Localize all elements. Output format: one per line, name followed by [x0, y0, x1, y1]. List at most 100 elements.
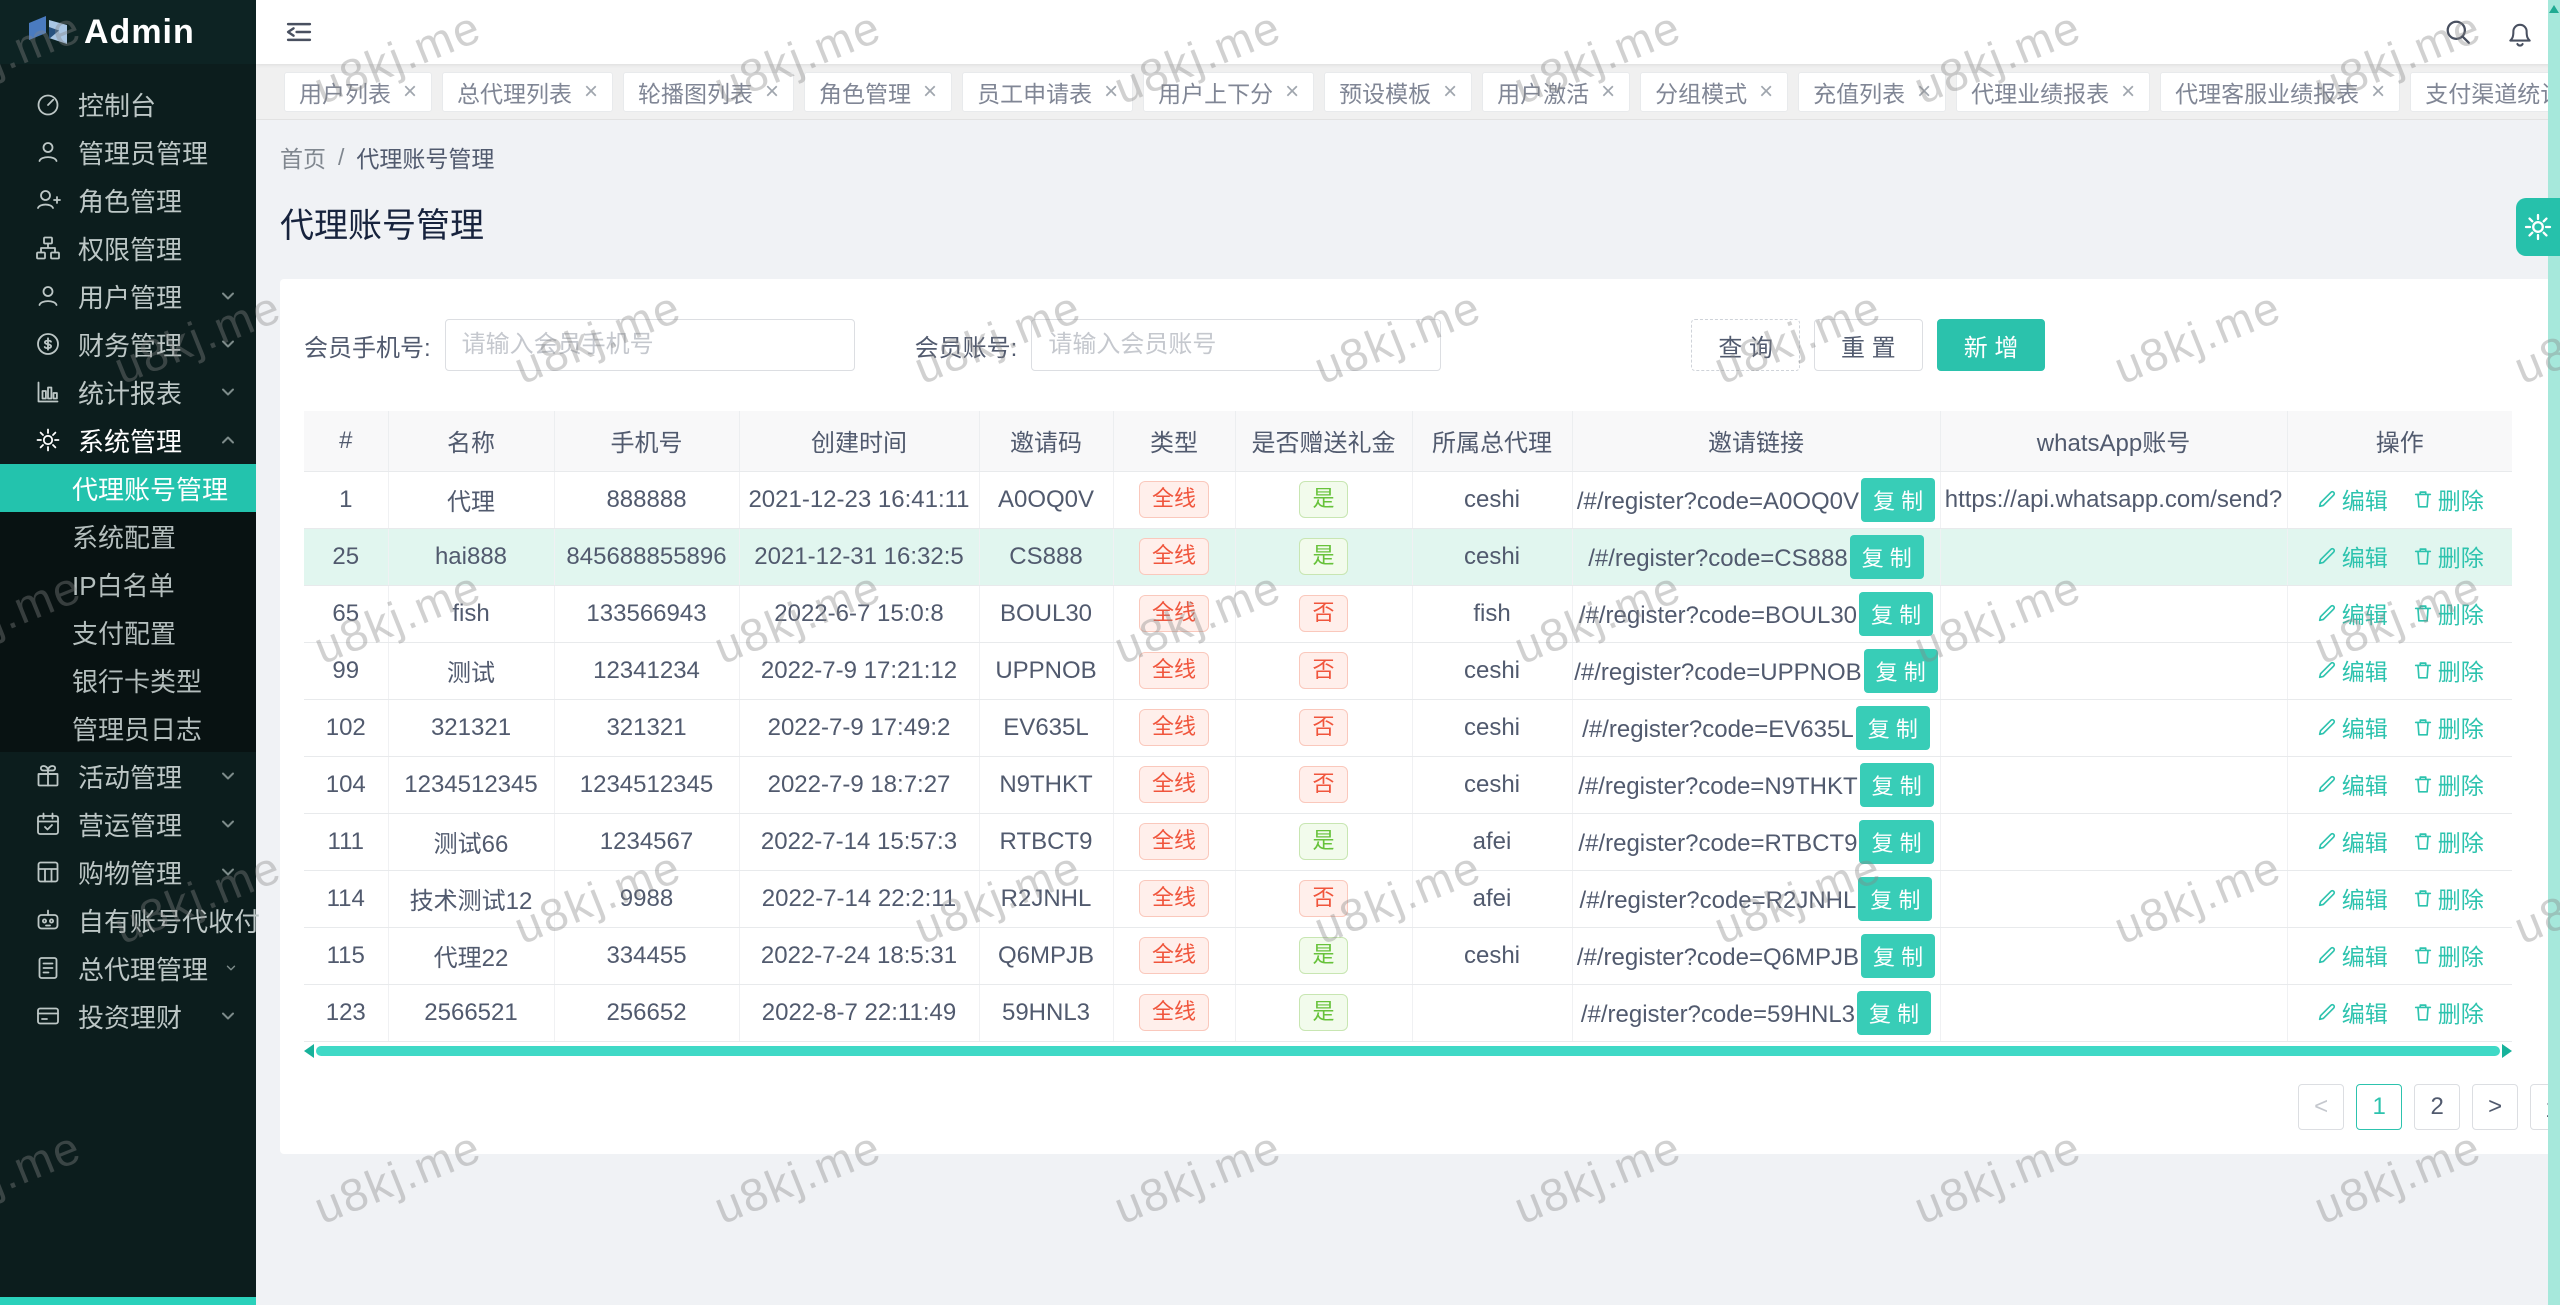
delete-button[interactable]: 删除: [2412, 938, 2484, 972]
tab-close-icon[interactable]: ×: [1759, 78, 1773, 106]
copy-button[interactable]: 复 制: [1861, 934, 1935, 978]
sidebar-item-dashboard[interactable]: 控制台: [0, 80, 256, 128]
copy-button[interactable]: 复 制: [1860, 763, 1934, 807]
tab-总代理列表[interactable]: 总代理列表×: [442, 72, 613, 112]
copy-button[interactable]: 复 制: [1864, 649, 1938, 693]
sidebar-item-stats[interactable]: 统计报表: [0, 368, 256, 416]
tab-角色管理[interactable]: 角色管理×: [804, 72, 952, 112]
sidebar-subitem[interactable]: IP白名单: [0, 560, 256, 608]
phone-filter-input[interactable]: [445, 319, 855, 371]
sidebar-subitem[interactable]: 管理员日志: [0, 704, 256, 752]
pagination-page-1[interactable]: 1: [2356, 1084, 2402, 1130]
edit-button[interactable]: 编辑: [2316, 710, 2388, 744]
breadcrumb-home[interactable]: 首页: [280, 140, 326, 174]
reset-button[interactable]: 重 置: [1814, 319, 1923, 371]
copy-button[interactable]: 复 制: [1859, 592, 1933, 636]
delete-button[interactable]: 删除: [2412, 539, 2484, 573]
sidebar-item-activity[interactable]: 活动管理: [0, 752, 256, 800]
edit-button[interactable]: 编辑: [2316, 653, 2388, 687]
sidebar-bottom-bar[interactable]: [0, 1297, 256, 1305]
sidebar-item-invest[interactable]: 投资理财: [0, 992, 256, 1040]
tabs-list: 用户列表×总代理列表×轮播图列表×角色管理×员工申请表×用户上下分×预设模板×用…: [284, 72, 2560, 112]
copy-button[interactable]: 复 制: [1856, 706, 1930, 750]
sidebar-subitem[interactable]: 系统配置: [0, 512, 256, 560]
sidebar-item-system[interactable]: 系统管理: [0, 416, 256, 464]
copy-button[interactable]: 复 制: [1858, 877, 1932, 921]
pagination-next-button[interactable]: >: [2472, 1084, 2518, 1130]
delete-button[interactable]: 删除: [2412, 824, 2484, 858]
tab-轮播图列表[interactable]: 轮播图列表×: [623, 72, 794, 112]
sidebar-item-agents[interactable]: 总代理管理: [0, 944, 256, 992]
edit-button[interactable]: 编辑: [2316, 995, 2388, 1029]
notifications-bell-icon[interactable]: [2504, 16, 2536, 48]
tab-close-icon[interactable]: ×: [1104, 78, 1118, 106]
delete-button[interactable]: 删除: [2412, 881, 2484, 915]
pagination-prev-button[interactable]: <: [2298, 1084, 2344, 1130]
tab-预设模板[interactable]: 预设模板×: [1324, 72, 1472, 112]
tab-用户激活[interactable]: 用户激活×: [1482, 72, 1630, 112]
copy-button[interactable]: 复 制: [1857, 991, 1931, 1035]
tab-用户列表[interactable]: 用户列表×: [284, 72, 432, 112]
delete-label: 删除: [2438, 938, 2484, 972]
search-button[interactable]: 查 询: [1691, 319, 1800, 371]
horizontal-scrollbar-thumb[interactable]: [316, 1046, 2500, 1056]
tab-close-icon[interactable]: ×: [1601, 78, 1615, 106]
edit-button[interactable]: 编辑: [2316, 824, 2388, 858]
tab-close-icon[interactable]: ×: [765, 78, 779, 106]
pagination-page-2[interactable]: 2: [2414, 1084, 2460, 1130]
tab-close-icon[interactable]: ×: [2121, 78, 2135, 106]
horizontal-scrollbar[interactable]: [304, 1044, 2512, 1058]
search-icon[interactable]: [2442, 16, 2474, 48]
sidebar-subitem[interactable]: 银行卡类型: [0, 656, 256, 704]
tab-close-icon[interactable]: ×: [1443, 78, 1457, 106]
edit-button[interactable]: 编辑: [2316, 938, 2388, 972]
tab-close-icon[interactable]: ×: [1285, 78, 1299, 106]
delete-button[interactable]: 删除: [2412, 482, 2484, 516]
cell-invite-link: /#/register?code=N9THKT复 制: [1572, 756, 1940, 813]
edit-button[interactable]: 编辑: [2316, 539, 2388, 573]
sidebar-item-user[interactable]: 用户管理: [0, 272, 256, 320]
delete-button[interactable]: 删除: [2412, 653, 2484, 687]
tab-close-icon[interactable]: ×: [923, 78, 937, 106]
edit-button[interactable]: 编辑: [2316, 482, 2388, 516]
sidebar-subitem[interactable]: 代理账号管理: [0, 464, 256, 512]
tab-close-icon[interactable]: ×: [403, 78, 417, 106]
tab-close-icon[interactable]: ×: [1917, 78, 1931, 106]
delete-label: 删除: [2438, 596, 2484, 630]
copy-button[interactable]: 复 制: [1859, 820, 1933, 864]
add-button[interactable]: 新 增: [1937, 319, 2046, 371]
scroll-right-arrow-icon[interactable]: [2502, 1044, 2512, 1058]
sidebar-collapse-button[interactable]: [282, 15, 316, 49]
tab-代理业绩报表[interactable]: 代理业绩报表×: [1956, 72, 2150, 112]
delete-button[interactable]: 删除: [2412, 596, 2484, 630]
tab-支付渠道统计[interactable]: 支付渠道统计×: [2410, 72, 2560, 112]
tab-代理客服业绩报表[interactable]: 代理客服业绩报表×: [2160, 72, 2400, 112]
settings-fab-button[interactable]: [2516, 198, 2560, 256]
sidebar-item-shopping[interactable]: 购物管理: [0, 848, 256, 896]
tab-充值列表[interactable]: 充值列表×: [1798, 72, 1946, 112]
scroll-left-arrow-icon[interactable]: [304, 1044, 314, 1058]
scroll-up-arrow-icon[interactable]: [2549, 5, 2559, 13]
sidebar-subitem[interactable]: 支付配置: [0, 608, 256, 656]
copy-button[interactable]: 复 制: [1861, 478, 1935, 522]
delete-button[interactable]: 删除: [2412, 767, 2484, 801]
sidebar-item-account[interactable]: 自有账号代收付: [0, 896, 256, 944]
sidebar-item-finance[interactable]: 财务管理: [0, 320, 256, 368]
edit-button[interactable]: 编辑: [2316, 881, 2388, 915]
delete-button[interactable]: 删除: [2412, 995, 2484, 1029]
copy-button[interactable]: 复 制: [1850, 535, 1924, 579]
delete-button[interactable]: 删除: [2412, 710, 2484, 744]
edit-button[interactable]: 编辑: [2316, 596, 2388, 630]
tab-分组模式[interactable]: 分组模式×: [1640, 72, 1788, 112]
vertical-scrollbar[interactable]: [2548, 0, 2560, 1305]
tab-close-icon[interactable]: ×: [584, 78, 598, 106]
edit-button[interactable]: 编辑: [2316, 767, 2388, 801]
sidebar-item-permission[interactable]: 权限管理: [0, 224, 256, 272]
tab-close-icon[interactable]: ×: [2371, 78, 2385, 106]
tab-员工申请表[interactable]: 员工申请表×: [962, 72, 1133, 112]
sidebar-item-role[interactable]: 角色管理: [0, 176, 256, 224]
sidebar-item-admin[interactable]: 管理员管理: [0, 128, 256, 176]
account-filter-input[interactable]: [1031, 319, 1441, 371]
sidebar-item-operate[interactable]: 营运管理: [0, 800, 256, 848]
tab-用户上下分[interactable]: 用户上下分×: [1143, 72, 1314, 112]
